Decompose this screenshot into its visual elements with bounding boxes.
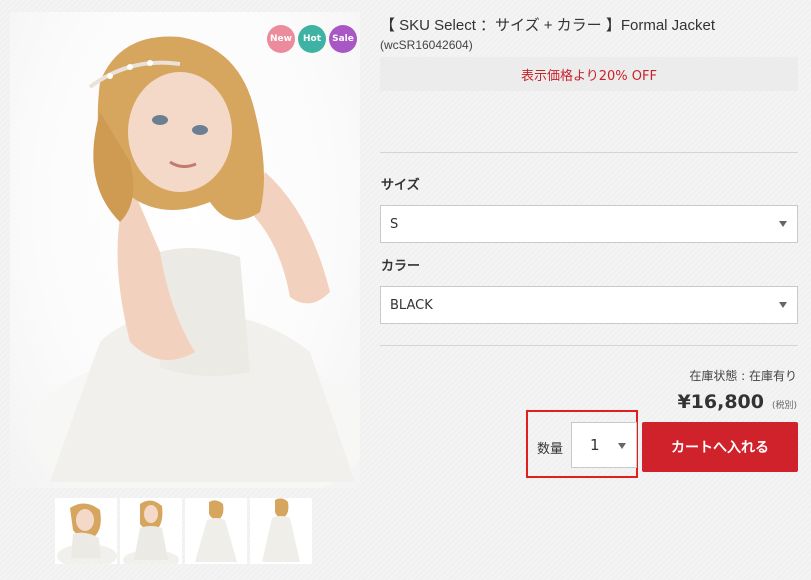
- color-select[interactable]: BLACK: [380, 286, 798, 324]
- product-title: 【 SKU Select ：サイズ + カラー 】Formal Jacket: [380, 17, 716, 34]
- product-photo-illustration: [30, 36, 360, 488]
- tax-note: (税別): [771, 401, 797, 411]
- color-label: カラー: [381, 259, 421, 274]
- chevron-down-icon: [779, 221, 787, 227]
- chevron-down-icon: [618, 443, 626, 449]
- quantity-select[interactable]: 1: [571, 422, 637, 468]
- price: ¥16,800: [677, 391, 764, 413]
- thumbnail-1[interactable]: [55, 498, 117, 564]
- chevron-down-icon: [779, 302, 787, 308]
- new-badge: New: [267, 25, 295, 53]
- add-to-cart-button[interactable]: カートへ入れる: [642, 422, 798, 472]
- size-select-value: S: [390, 216, 399, 232]
- divider-bottom: [380, 345, 798, 346]
- sale-badge: Sale: [329, 25, 357, 53]
- discount-text: 表示価格より20% OFF: [521, 68, 657, 84]
- thumbnail-3[interactable]: [185, 498, 247, 564]
- color-select-value: BLACK: [390, 297, 433, 313]
- quantity-select-value: 1: [590, 436, 600, 454]
- size-label: サイズ: [381, 178, 420, 193]
- size-select[interactable]: S: [380, 205, 798, 243]
- quantity-label: 数量: [537, 442, 564, 457]
- stock-status: 在庫状態 : 在庫有り: [689, 369, 797, 383]
- discount-banner: 表示価格より20% OFF: [380, 57, 798, 91]
- thumbnail-2[interactable]: [120, 498, 182, 564]
- divider-top: [380, 152, 798, 153]
- product-main-image[interactable]: New Hot Sale: [10, 12, 360, 488]
- hot-badge: Hot: [298, 25, 326, 53]
- thumbnail-strip: [55, 498, 312, 564]
- product-sku: (wcSR16042604): [380, 38, 473, 52]
- thumbnail-4[interactable]: [250, 498, 312, 564]
